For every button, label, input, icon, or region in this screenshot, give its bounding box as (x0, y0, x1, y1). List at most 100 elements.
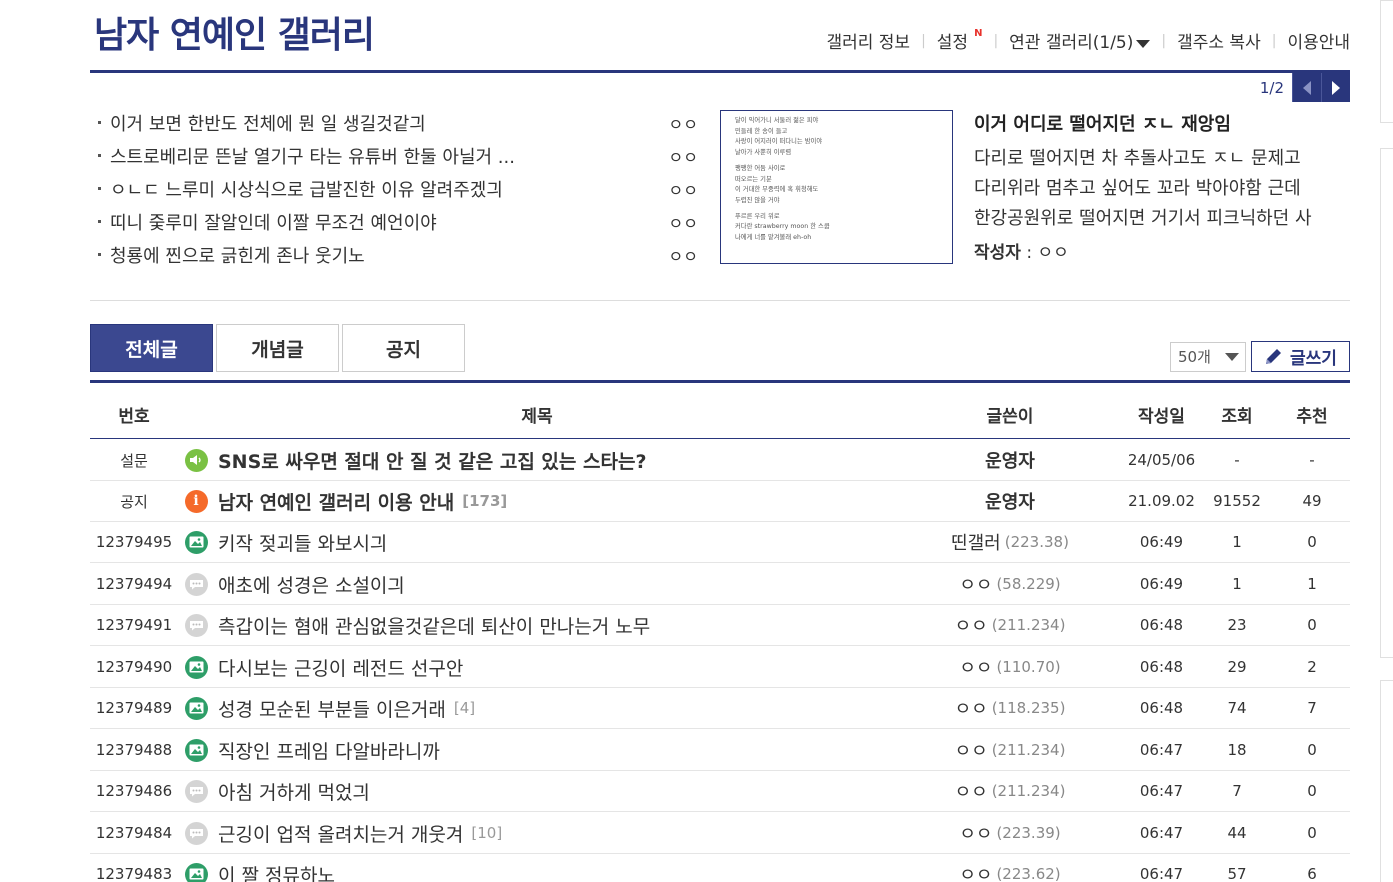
image-post-icon (184, 530, 208, 554)
post-date: 06:47 (1139, 865, 1184, 882)
post-writer[interactable]: ㅇㅇ (211.234) (930, 771, 1090, 811)
post-number: 12379491 (95, 616, 173, 634)
image-post-icon (184, 655, 208, 679)
post-recommend: 0 (1307, 782, 1317, 800)
chevron-down-icon (1224, 352, 1239, 361)
list-item[interactable]: 청룡에 찐으로 긁힌게 존나 웃기노 ㅇㅇ (98, 238, 698, 271)
post-views: - (1234, 451, 1240, 469)
post-title-link[interactable]: 애초에 성경은 소설이긔 (218, 564, 938, 604)
writer-ip: (110.70) (996, 658, 1061, 676)
list-item[interactable]: 이거 보면 한반도 전체에 뭔 일 생길것같긔 ㅇㅇ (98, 106, 698, 139)
post-writer[interactable]: 운영자 (930, 481, 1090, 521)
post-title-link[interactable]: 키작 젖괴들 와보시긔 (218, 522, 938, 562)
post-title-link[interactable]: 근깅이 업적 올려치는거 개웃겨 [10] (218, 813, 938, 853)
recommend-pager: 1/2 (1260, 73, 1350, 102)
next-page-button[interactable] (1321, 73, 1350, 102)
post-date: 06:49 (1139, 575, 1184, 593)
guide-link[interactable]: 이용안내 (1287, 28, 1350, 53)
prev-page-button[interactable] (1292, 73, 1321, 102)
post-writer[interactable]: ㅇㅇ (223.39) (930, 813, 1090, 853)
notice-icon: i (184, 489, 208, 513)
post-writer[interactable]: ㅇㅇ (211.234) (930, 730, 1090, 770)
image-post-icon (184, 696, 208, 720)
write-button[interactable]: 글쓰기 (1251, 341, 1350, 372)
table-row[interactable]: 12379484 근깅이 업적 올려치는거 개웃겨 [10] ㅇㅇ (223.39) 06… (90, 813, 1350, 854)
post-number: 12379488 (95, 741, 173, 759)
post-views: 18 (1227, 741, 1247, 759)
post-writer[interactable]: 띤갤러 (223.38) (930, 522, 1090, 562)
bullet-icon (98, 187, 101, 190)
list-item[interactable]: 스트로베리문 뜬날 열기구 타는 유튜버 한둘 아닐거 ... ㅇㅇ (98, 139, 698, 172)
post-title-link[interactable]: SNS로 싸우면 절대 안 질 것 같은 고집 있는 스타는? (218, 440, 938, 480)
text-post-icon (184, 779, 208, 803)
list-count-select[interactable]: 50개 (1170, 341, 1246, 372)
tab-all[interactable]: 전체글 (90, 324, 213, 372)
post-title-link[interactable]: 성경 모순된 부분들 이은거래 [4] (218, 688, 938, 728)
post-writer[interactable]: ㅇㅇ (223.62) (930, 854, 1090, 882)
post-title-link[interactable]: 남자 연예인 갤러리 이용 안내 [173] (218, 481, 938, 521)
post-recommend: 0 (1307, 741, 1317, 759)
post-recommend: 0 (1307, 533, 1317, 551)
post-date: 06:47 (1139, 782, 1184, 800)
post-number: 12379495 (95, 533, 173, 551)
writer-ip: (223.62) (996, 865, 1061, 882)
reply-count[interactable]: [10] (471, 824, 502, 842)
list-item[interactable]: ㅇㄴㄷ 느루미 시상식으로 급발진한 이유 알려주겠긔 ㅇㅇ (98, 172, 698, 205)
gallery-title[interactable]: 남자 연예인 갤러리 (94, 6, 375, 58)
post-date: 06:47 (1139, 741, 1184, 759)
post-writer[interactable]: ㅇㅇ (58.229) (930, 564, 1090, 604)
settings-link[interactable]: 설정 N (937, 28, 983, 53)
post-writer[interactable]: ㅇㅇ (118.235) (930, 688, 1090, 728)
table-header: 번호 제목 글쓴이 작성일 조회 추천 (90, 380, 1350, 439)
post-title-link[interactable]: 직장인 프레임 다알바라니까 (218, 730, 938, 770)
writer-ip: (223.39) (996, 824, 1061, 842)
pager-count: 1/2 (1259, 78, 1284, 97)
post-recommend: 0 (1307, 616, 1317, 634)
table-row[interactable]: 12379483 이 짤 정뮤하노 ㅇㅇ (223.62) 06:47 57 6 (90, 854, 1350, 882)
list-item[interactable]: 띠니 줒루미 잘알인데 이짤 무조건 예언이야 ㅇㅇ (98, 205, 698, 238)
bullet-icon (98, 154, 101, 157)
post-number: 12379494 (95, 575, 173, 593)
table-row[interactable]: 12379488 직장인 프레임 다알바라니까 ㅇㅇ (211.234) 06:47 18… (90, 730, 1350, 771)
post-writer[interactable]: 운영자 (930, 440, 1090, 480)
featured-author: 작성자 : ㅇㅇ (974, 243, 1069, 263)
featured-preview[interactable]: 다리로 떨어지면 차 추돌사고도 ㅈㄴ 문제고 다리위라 멈추고 싶어도 꼬라 … (974, 144, 1350, 234)
text-post-icon (184, 572, 208, 596)
related-gallery-dropdown[interactable]: 연관 갤러리(1/5) (1009, 28, 1151, 53)
featured-title[interactable]: 이거 어디로 떨어지던 ㅈㄴ 재앙임 (974, 110, 1350, 138)
post-date: 06:48 (1139, 658, 1184, 676)
tab-recommended[interactable]: 개념글 (216, 324, 339, 372)
table-row[interactable]: 12379494 애초에 성경은 소설이긔 ㅇㅇ (58.229) 06:49 1 1 (90, 564, 1350, 605)
table-row[interactable]: 12379486 아침 거하게 먹었긔 ㅇㅇ (211.234) 06:47 7 0 (90, 771, 1350, 812)
post-views: 74 (1227, 699, 1247, 717)
post-writer[interactable]: ㅇㅇ (110.70) (930, 647, 1090, 687)
post-title-link[interactable]: 측갑이는 혐애 관심없을것같은데 퇴산이 만나는거 노무 (218, 605, 938, 645)
post-date: 06:49 (1139, 533, 1184, 551)
table-row[interactable]: 12379495 키작 젖괴들 와보시긔 띤갤러 (223.38) 06:49 1 0 (90, 522, 1350, 563)
writer-ip: (118.235) (991, 699, 1066, 717)
col-recommend: 추천 (1296, 407, 1328, 427)
post-writer[interactable]: ㅇㅇ (211.234) (930, 605, 1090, 645)
post-date: 06:47 (1139, 824, 1184, 842)
col-date: 작성일 (1138, 407, 1185, 427)
reply-count[interactable]: [173] (462, 492, 507, 510)
copy-address-link[interactable]: 갤주소 복사 (1177, 28, 1261, 53)
post-recommend: 6 (1307, 865, 1317, 882)
table-row[interactable]: 12379491 측갑이는 혐애 관심없을것같은데 퇴산이 만나는거 노무 ㅇㅇ (2… (90, 605, 1350, 646)
post-title-link[interactable]: 아침 거하게 먹었긔 (218, 771, 938, 811)
text-post-icon (184, 821, 208, 845)
tab-notice[interactable]: 공지 (342, 324, 465, 372)
table-row[interactable]: 12379489 성경 모순된 부분들 이은거래 [4] ㅇㅇ (118.235) 06:… (90, 688, 1350, 729)
featured-thumbnail[interactable]: 달이 익어가니 서둘러 젊은 피야 민들레 한 송이 들고 사랑이 어지러이 떠… (720, 110, 953, 264)
side-panel (1380, 148, 1393, 658)
table-row[interactable]: 12379490 다시보는 근깅이 레전드 선구안 ㅇㅇ (110.70) 06:48 2… (90, 647, 1350, 688)
table-row[interactable]: 공지 i 남자 연예인 갤러리 이용 안내 [173] 운영자 21.09.02 91552… (90, 481, 1350, 522)
side-panel (1380, 0, 1393, 123)
col-writer: 글쓴이 (986, 407, 1034, 427)
gallery-info-link[interactable]: 갤러리 정보 (826, 28, 910, 53)
post-title-link[interactable]: 이 짤 정뮤하노 (218, 854, 938, 882)
table-row[interactable]: 설문 SNS로 싸우면 절대 안 질 것 같은 고집 있는 스타는? 운영자 24/0… (90, 440, 1350, 481)
reply-count[interactable]: [4] (454, 699, 475, 717)
arrow-left-icon (1303, 80, 1311, 95)
post-title-link[interactable]: 다시보는 근깅이 레전드 선구안 (218, 647, 938, 687)
